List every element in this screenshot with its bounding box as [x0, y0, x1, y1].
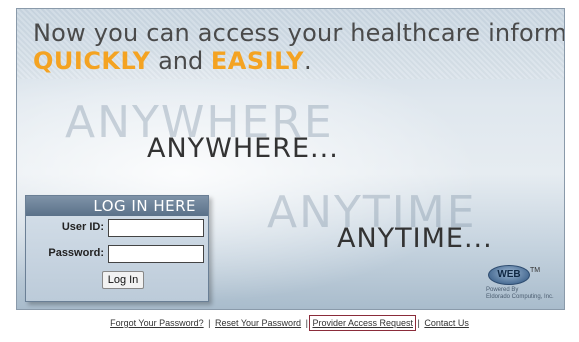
- hero-banner: Now you can access your healthcare infor…: [16, 8, 565, 310]
- footer-separator: |: [208, 318, 211, 328]
- forgot-password-link[interactable]: Forgot Your Password?: [110, 318, 204, 328]
- login-panel: LOG IN HERE User ID: Password: Log In: [25, 195, 209, 302]
- logo-mark-icon: WEB: [488, 265, 530, 285]
- headline-line1: Now you can access your healthcare infor…: [33, 19, 565, 47]
- anytime-text: ANYTIME...: [337, 223, 493, 254]
- reset-password-link[interactable]: Reset Your Password: [215, 318, 301, 328]
- headline-and: and: [150, 47, 211, 75]
- password-label: Password:: [48, 247, 104, 259]
- anywhere-text: ANYWHERE...: [147, 133, 339, 164]
- user-id-label: User ID:: [61, 221, 104, 233]
- footer-separator: |: [305, 318, 308, 328]
- login-header: LOG IN HERE: [26, 196, 208, 216]
- password-input[interactable]: [108, 245, 204, 263]
- footer-links: Forgot Your Password? | Reset Your Passw…: [0, 315, 579, 331]
- logo-company: Eldorado Computing, Inc.: [486, 294, 554, 300]
- footer-separator: |: [417, 318, 420, 328]
- headline-line2: QUICKLY and EASILY.: [33, 47, 312, 75]
- provider-access-request-link[interactable]: Provider Access Request: [309, 315, 416, 331]
- logo-powered-by: Powered By: [486, 287, 519, 293]
- user-id-input[interactable]: [108, 219, 204, 237]
- logo-trademark: TM: [530, 267, 541, 274]
- user-id-row: User ID:: [26, 219, 208, 239]
- login-button[interactable]: Log In: [102, 271, 144, 289]
- headline-easily: EASILY: [210, 47, 305, 75]
- headline-quickly: QUICKLY: [33, 47, 151, 75]
- webtech-logo: WEB TM Powered By Eldorado Computing, In…: [486, 265, 558, 303]
- password-row: Password:: [26, 245, 208, 265]
- headline-period: .: [304, 47, 312, 75]
- contact-us-link[interactable]: Contact Us: [424, 318, 469, 328]
